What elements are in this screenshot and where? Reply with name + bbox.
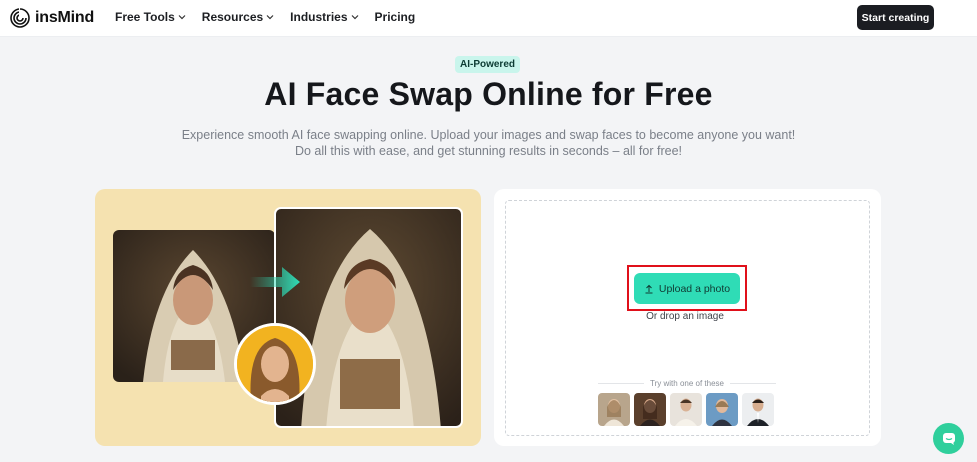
subtitle-line-1: Experience smooth AI face swapping onlin… xyxy=(181,128,796,142)
sample-image-3[interactable] xyxy=(670,393,702,426)
sample-image-5[interactable] xyxy=(742,393,774,426)
source-face-thumbnail xyxy=(234,323,316,405)
nav-item-label: Resources xyxy=(201,10,264,24)
right-arrow-icon xyxy=(250,267,300,297)
start-creating-button[interactable]: Start creating xyxy=(857,5,934,30)
chat-launcher-button[interactable] xyxy=(933,423,964,454)
nav-item-industries[interactable]: Industries xyxy=(290,10,358,24)
chevron-down-icon xyxy=(351,15,358,20)
upload-arrow-icon xyxy=(645,284,653,293)
try-samples-label: Try with one of these xyxy=(650,378,724,388)
page-title: AI Face Swap Online for Free xyxy=(264,76,713,112)
nav-item-free-tools[interactable]: Free Tools xyxy=(115,10,186,24)
subtitle-line-2: Do all this with ease, and get stunning … xyxy=(294,144,683,158)
face-swap-preview xyxy=(95,189,481,446)
page-subtitle: Experience smooth AI face swapping onlin… xyxy=(0,127,977,159)
nav-item-label: Industries xyxy=(290,10,348,24)
swapped-result-photo xyxy=(274,207,463,428)
ai-powered-badge: AI-Powered xyxy=(455,56,520,73)
nav-item-label: Free Tools xyxy=(115,10,175,24)
upload-photo-button[interactable]: Upload a photo xyxy=(634,273,740,304)
brand-name: insMind xyxy=(35,9,95,26)
sample-divider: Try with one of these xyxy=(598,378,776,388)
nav-menu: Free Tools Resources Industries Pricing xyxy=(115,10,431,24)
chat-bubble-icon xyxy=(942,432,955,445)
chevron-down-icon xyxy=(266,15,274,20)
sample-image-1[interactable] xyxy=(598,393,630,426)
chevron-down-icon xyxy=(178,15,186,20)
drop-image-hint: Or drop an image xyxy=(646,311,724,322)
sample-image-4[interactable] xyxy=(706,393,738,426)
nav-item-pricing[interactable]: Pricing xyxy=(375,10,416,24)
brand-logo[interactable]: insMind xyxy=(10,8,94,28)
sample-image-2[interactable] xyxy=(634,393,666,426)
spiral-logo-icon xyxy=(10,8,30,28)
upload-button-label: Upload a photo xyxy=(658,282,731,295)
sample-images xyxy=(598,393,778,426)
nav-item-resources[interactable]: Resources xyxy=(202,10,274,24)
top-nav: insMind Free Tools Resources Industries … xyxy=(0,0,977,37)
nav-item-label: Pricing xyxy=(374,10,416,24)
